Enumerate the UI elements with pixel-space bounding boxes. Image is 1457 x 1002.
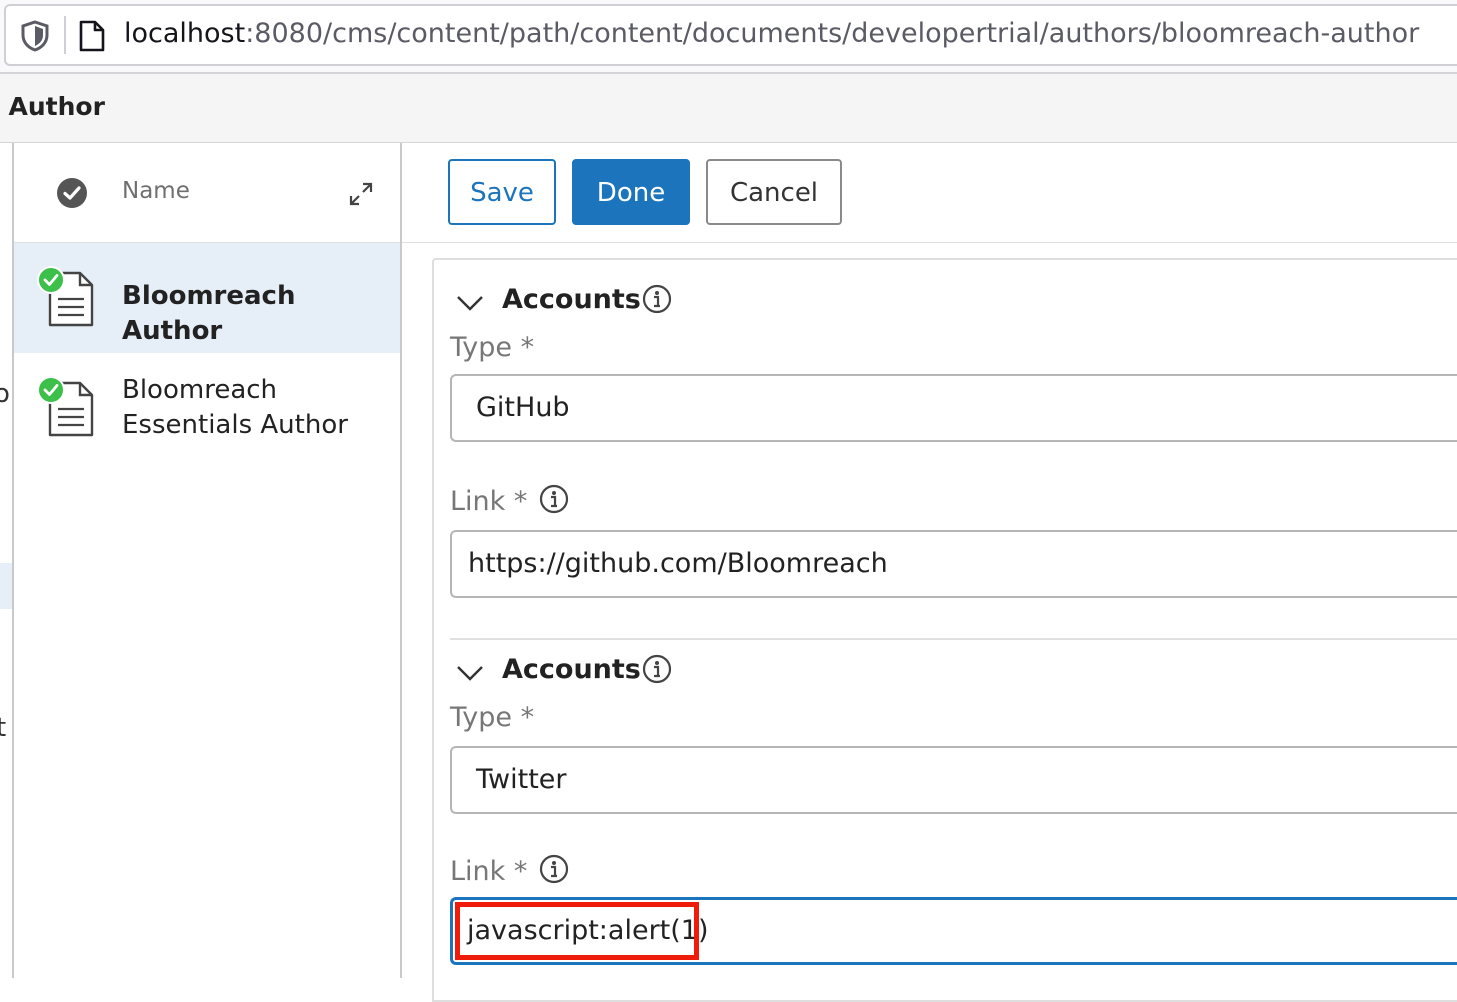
link-value: https://github.com/Bloomreach [468, 548, 888, 579]
address-field[interactable]: localhost:8080/cms/content/path/content/… [4, 4, 1457, 66]
browser-url-bar: localhost:8080/cms/content/path/content/… [0, 0, 1457, 74]
url-host: localhost [124, 18, 246, 49]
section-title: Accounts [502, 284, 641, 315]
editor-form-panel: Accounts Type * GitHub Link * https://gi… [432, 258, 1457, 1002]
folder-tree-clipped-text: t [0, 713, 7, 743]
info-icon[interactable] [642, 654, 672, 688]
editor-toolbar: Save Done Cancel [402, 143, 1457, 243]
folder-tree-column: o t [0, 143, 14, 978]
section-divider [450, 638, 1457, 640]
link-label: Link * [450, 486, 528, 517]
name-column-header[interactable]: Name [122, 178, 190, 204]
url-separator [64, 16, 66, 54]
folder-tree-selection[interactable] [0, 563, 12, 609]
page-title: h Author [0, 92, 105, 121]
chevron-down-icon[interactable] [456, 294, 484, 316]
section-title: Accounts [502, 654, 641, 685]
link-label: Link * [450, 856, 528, 887]
type-label: Type * [450, 702, 535, 733]
document-icon [36, 265, 98, 333]
document-name: Bloomreach Author [122, 281, 296, 346]
cancel-button[interactable]: Cancel [706, 159, 842, 225]
info-icon[interactable] [539, 484, 569, 521]
link-label-row: Link * [450, 484, 569, 521]
type-value: Twitter [476, 764, 567, 795]
document-title-bar: h Author [0, 74, 1457, 143]
url-path: :8080/cms/content/path/content/documents… [245, 18, 1420, 49]
type-field[interactable]: GitHub [450, 374, 1457, 442]
document-list-header: Name [14, 143, 400, 243]
page-icon [78, 20, 106, 56]
save-button[interactable]: Save [448, 159, 556, 225]
folder-tree-clipped-text: o [0, 379, 10, 409]
link-label-row: Link * [450, 854, 569, 891]
info-icon[interactable] [539, 854, 569, 891]
document-name-line1: Bloomreach [122, 375, 278, 405]
info-icon[interactable] [642, 284, 672, 318]
chevron-down-icon[interactable] [456, 664, 484, 686]
check-circle-icon[interactable] [56, 177, 88, 213]
document-icon [36, 375, 98, 443]
highlight-box [455, 902, 699, 960]
shield-icon[interactable] [20, 20, 50, 56]
document-list: Name Bloomreach Author Bloomreach Essent… [14, 143, 402, 978]
document-editor: Save Done Cancel Accounts Type * GitHub … [402, 143, 1457, 1002]
document-list-item[interactable]: Bloomreach Essentials Author [14, 355, 400, 465]
link-input[interactable]: https://github.com/Bloomreach [450, 530, 1457, 598]
link-input[interactable]: javascript:alert(1) [450, 897, 1457, 965]
document-name-line2: Essentials Author [122, 410, 348, 440]
document-list-item[interactable]: Bloomreach Author [14, 243, 400, 353]
url-text[interactable]: localhost:8080/cms/content/path/content/… [124, 18, 1419, 49]
type-value: GitHub [476, 392, 570, 423]
done-button[interactable]: Done [572, 159, 690, 225]
expand-icon[interactable] [348, 181, 374, 211]
type-field[interactable]: Twitter [450, 746, 1457, 814]
type-label: Type * [450, 332, 535, 363]
